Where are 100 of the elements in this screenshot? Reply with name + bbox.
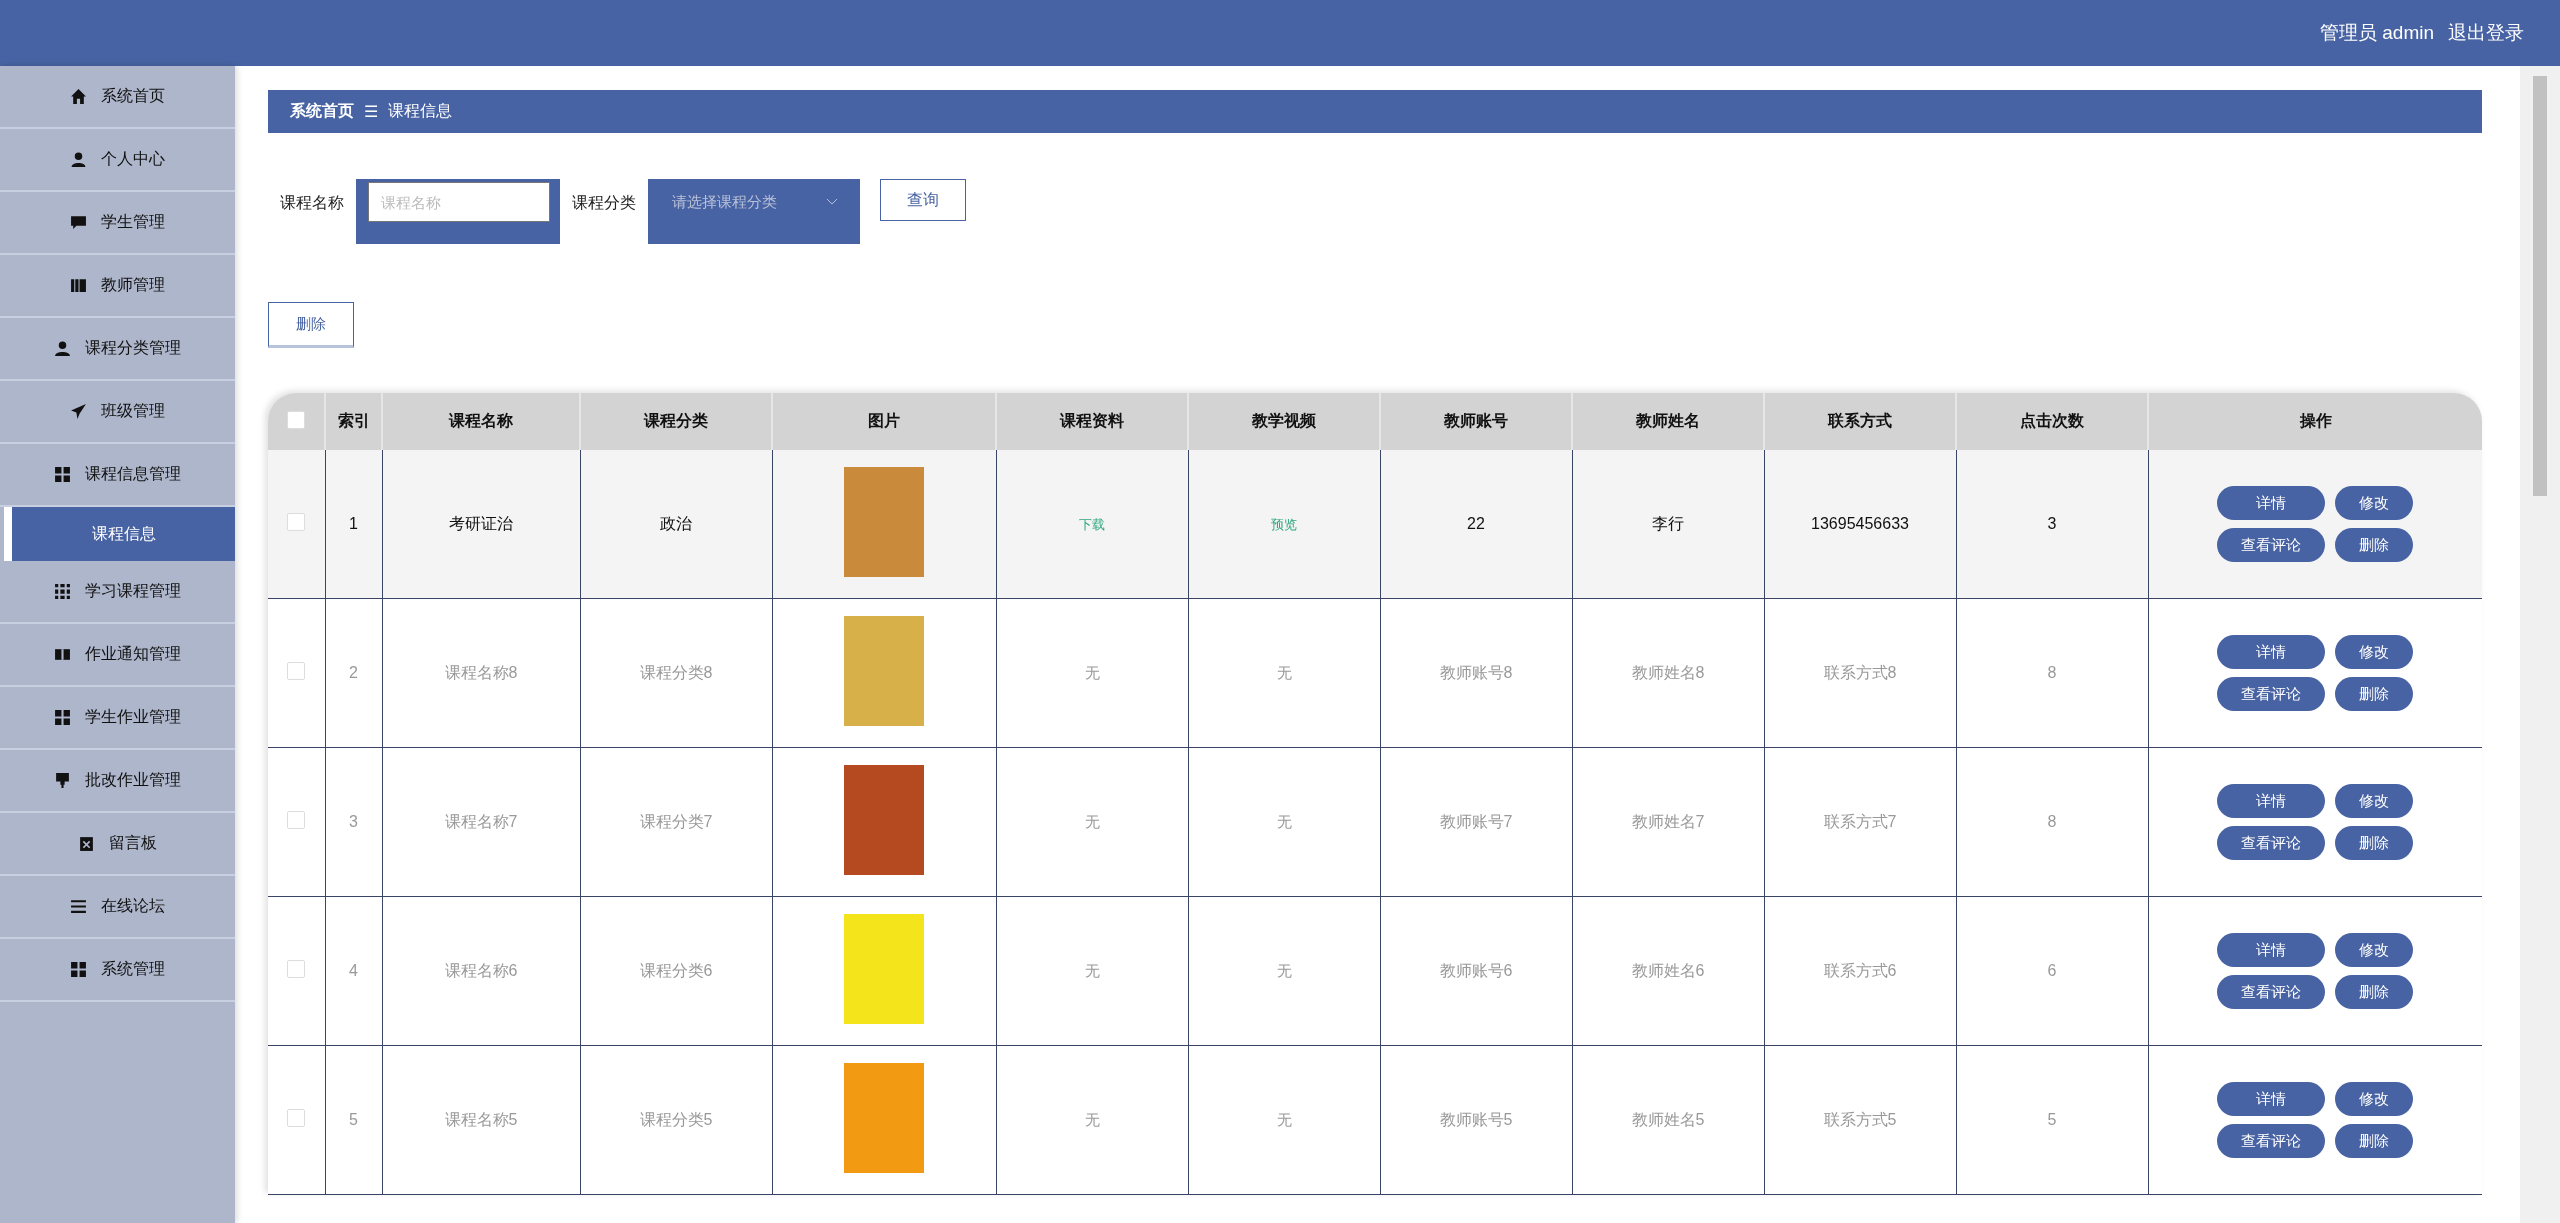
sidebar-item[interactable]: 学生作业管理 <box>0 687 235 750</box>
menu-item-icon <box>70 214 87 231</box>
column-header: 教学视频 <box>1188 393 1380 450</box>
table-cell: 22 <box>1380 450 1572 599</box>
sidebar-item[interactable]: 学习课程管理 <box>0 561 235 624</box>
table-cell: 教师姓名6 <box>1572 896 1764 1046</box>
table-cell: 教师账号7 <box>1380 747 1572 897</box>
category-dropdown[interactable]: 请选择课程分类 <box>648 179 860 244</box>
action-button[interactable]: 删除 <box>2335 975 2413 1009</box>
table-cell-text: 无 <box>1084 961 1100 979</box>
field-label: 课程分类 <box>572 193 636 213</box>
delete-button[interactable]: 删除 <box>268 302 354 348</box>
row-checkbox[interactable] <box>287 662 306 680</box>
action-button[interactable]: 修改 <box>2335 486 2413 520</box>
sidebar-item[interactable]: 学生管理 <box>0 192 235 255</box>
table-cell: 课程名称7 <box>382 747 580 897</box>
action-button[interactable]: 查看评论 <box>2217 1124 2325 1158</box>
action-button[interactable]: 查看评论 <box>2217 826 2325 860</box>
action-button[interactable]: 查看评论 <box>2217 975 2325 1009</box>
sidebar-item[interactable]: 在线论坛 <box>0 876 235 939</box>
table-cell: 教师账号8 <box>1380 598 1572 748</box>
table-cell: 课程分类7 <box>580 747 772 897</box>
menu-item-icon <box>70 151 87 168</box>
menu-item-icon <box>78 835 95 852</box>
row-checkbox[interactable] <box>287 811 306 829</box>
sidebar-subitem[interactable]: 课程信息 <box>4 507 235 561</box>
table-cell: 教师姓名7 <box>1572 747 1764 897</box>
menu-item-icon <box>54 583 71 600</box>
breadcrumb-separator: ☰ <box>364 102 379 121</box>
table-cell-text: 无 <box>1084 663 1100 681</box>
action-button[interactable]: 查看评论 <box>2217 528 2325 562</box>
action-button[interactable]: 修改 <box>2335 933 2413 967</box>
table-cell: 5 <box>325 1045 382 1195</box>
table-cell-text: 无 <box>1084 812 1100 830</box>
column-header: 图片 <box>772 393 996 450</box>
action-button[interactable]: 详情 <box>2217 784 2325 818</box>
column-header: 课程名称 <box>382 393 580 450</box>
sidebar-item[interactable]: 教师管理 <box>0 255 235 318</box>
action-button[interactable]: 详情 <box>2217 1082 2325 1116</box>
sidebar-item[interactable]: 作业通知管理 <box>0 624 235 687</box>
chevron-down-icon <box>826 198 838 206</box>
row-checkbox[interactable] <box>287 410 305 429</box>
row-checkbox[interactable] <box>287 960 306 978</box>
table-cell-text: 无 <box>1276 812 1292 830</box>
action-button[interactable]: 详情 <box>2217 486 2325 520</box>
column-header: 课程分类 <box>580 393 772 450</box>
action-button[interactable]: 详情 <box>2217 635 2325 669</box>
action-button[interactable]: 修改 <box>2335 635 2413 669</box>
column-header: 索引 <box>325 393 382 450</box>
table-cell: 13695456633 <box>1764 450 1956 599</box>
action-button[interactable]: 修改 <box>2335 784 2413 818</box>
action-button[interactable]: 删除 <box>2335 1124 2413 1158</box>
row-checkbox[interactable] <box>287 513 306 531</box>
action-button[interactable]: 删除 <box>2335 528 2413 562</box>
logout-link[interactable]: 退出登录 <box>2448 20 2524 46</box>
sidebar-item[interactable]: 批改作业管理 <box>0 750 235 813</box>
row-checkbox[interactable] <box>287 1109 306 1127</box>
menu-item-icon <box>54 466 71 483</box>
sidebar-item[interactable]: 留言板 <box>0 813 235 876</box>
course-name-field[interactable]: 课程名称 <box>356 179 560 244</box>
table-cell: 2 <box>325 598 382 748</box>
table-cell: 3 <box>325 747 382 897</box>
action-button[interactable]: 删除 <box>2335 677 2413 711</box>
table-cell: 课程分类8 <box>580 598 772 748</box>
menu-item-icon <box>54 709 71 726</box>
table-cell: 政治 <box>580 450 772 599</box>
scrollbar[interactable] <box>2520 66 2560 1223</box>
sidebar-item[interactable]: 班级管理 <box>0 381 235 444</box>
table-cell-text: 无 <box>1084 1110 1100 1128</box>
action-button[interactable]: 删除 <box>2335 826 2413 860</box>
breadcrumb-current: 课程信息 <box>388 101 453 121</box>
column-header: 教师姓名 <box>1572 393 1764 450</box>
table-cell: 3 <box>1956 450 2148 599</box>
table-cell: 考研证治 <box>382 450 580 599</box>
action-button[interactable]: 详情 <box>2217 933 2325 967</box>
query-button[interactable]: 查询 <box>880 179 966 221</box>
table-cell: 课程名称8 <box>382 598 580 748</box>
menu-item-icon <box>70 898 87 915</box>
table-cell: 李行 <box>1572 450 1764 599</box>
menu-item-icon <box>54 772 71 789</box>
breadcrumb-home[interactable]: 系统首页 <box>290 101 354 122</box>
sidebar-item[interactable]: 课程分类管理 <box>0 318 235 381</box>
table-cell: 课程分类5 <box>580 1045 772 1195</box>
sidebar-item[interactable]: 个人中心 <box>0 129 235 192</box>
action-button[interactable]: 修改 <box>2335 1082 2413 1116</box>
column-header: 点击次数 <box>1956 393 2148 450</box>
table-cell: 联系方式8 <box>1764 598 1956 748</box>
sidebar-item[interactable]: 系统首页 <box>0 66 235 129</box>
action-button[interactable]: 查看评论 <box>2217 677 2325 711</box>
sidebar-item[interactable]: 系统管理 <box>0 939 235 1002</box>
table-cell: 教师账号6 <box>1380 896 1572 1046</box>
table-cell: 8 <box>1956 598 2148 748</box>
field-label: 课程名称 <box>280 193 344 213</box>
menu-item-icon <box>54 646 71 663</box>
menu-item-icon <box>70 961 87 978</box>
table-cell-text: 无 <box>1276 961 1292 979</box>
table-cell: 4 <box>325 896 382 1046</box>
column-header: 教师账号 <box>1380 393 1572 450</box>
menu-item-icon <box>54 340 71 357</box>
column-header: 课程资料 <box>996 393 1188 450</box>
